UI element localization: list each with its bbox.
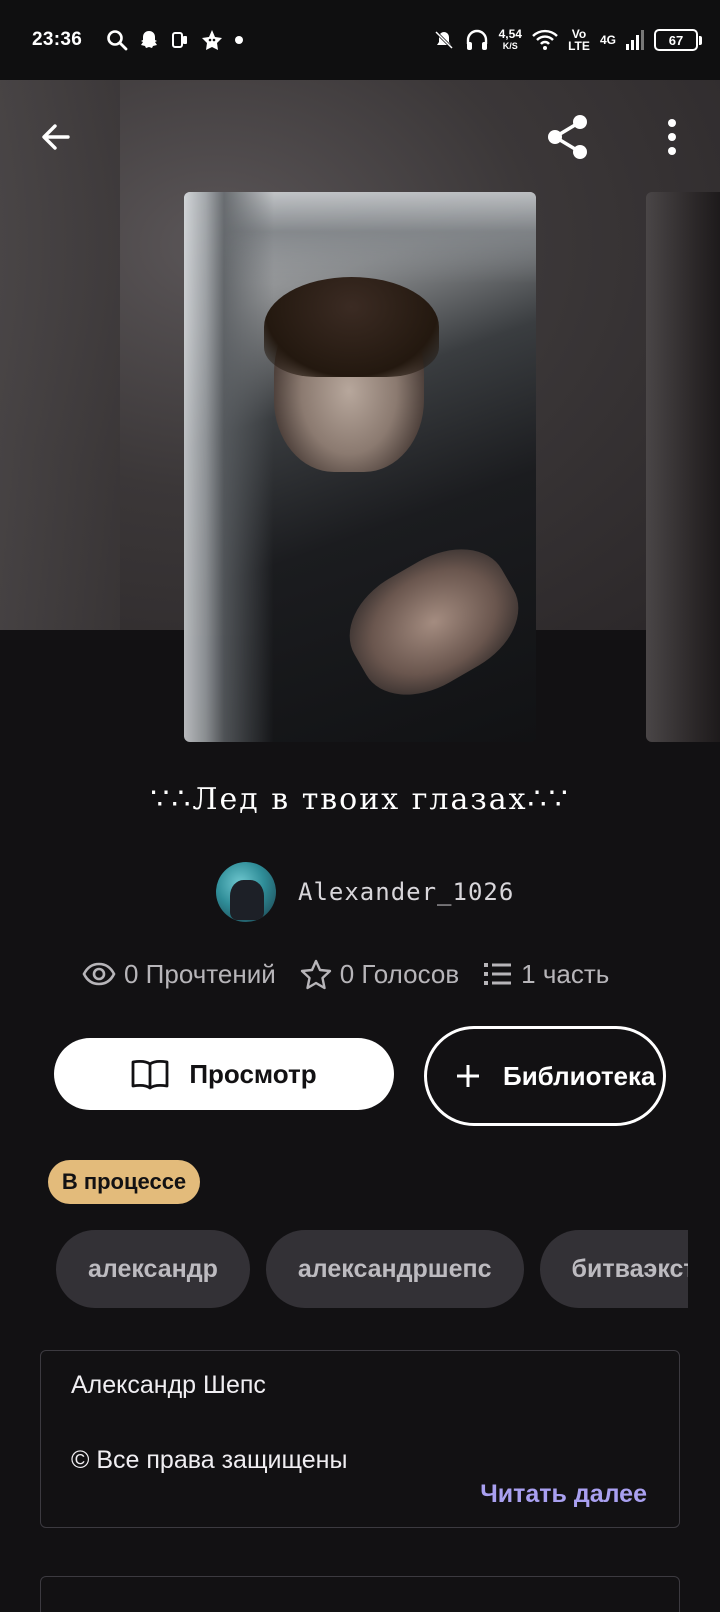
search-icon (107, 30, 128, 51)
cover-hair (264, 277, 439, 377)
parts-count: 1 часть (521, 958, 610, 989)
read-more-link[interactable]: Читать далее (480, 1480, 647, 1509)
app-notification-icon (172, 32, 188, 48)
system-icons: 4,54 K/S Vo LTE 4G 67 (433, 27, 702, 53)
more-vertical-icon (668, 119, 676, 155)
net-speed-unit: K/S (502, 41, 518, 51)
author-link[interactable]: Alexander_1026 (216, 862, 514, 922)
tag-list: александр александршепс битваэкстрасенсо… (56, 1230, 688, 1308)
description-card: Александр Шепс © Все права защищены Чита… (40, 1350, 680, 1528)
votes-stat: 0 Голосов (300, 958, 459, 990)
share-icon (548, 115, 587, 159)
star-icon (300, 959, 331, 990)
network-speed: 4,54 K/S (499, 28, 522, 52)
network-type: 4G (599, 33, 616, 47)
eye-icon (82, 962, 116, 986)
view-button-label: Просмотр (189, 1058, 317, 1089)
story-cover-image[interactable] (184, 192, 536, 742)
back-button[interactable] (24, 105, 88, 169)
reads-count: 0 Прочтений (124, 958, 276, 989)
list-icon (484, 963, 512, 985)
share-button[interactable] (536, 105, 600, 169)
star-badge-icon (202, 30, 223, 50)
story-title: ∵∴Лед в твоих глазах∴∵ (150, 782, 570, 817)
dot-icon (235, 36, 244, 44)
parts-stat[interactable]: 1 часть (483, 959, 609, 990)
library-button-label: Библиотека (503, 1061, 656, 1091)
copyright-line: © Все права защищены (71, 1446, 348, 1474)
top-app-bar (0, 80, 720, 190)
signal-icon (626, 30, 644, 50)
votes-count: 0 Голосов (339, 958, 460, 989)
tag-chip[interactable]: александр (56, 1230, 250, 1308)
status-badge: В процессе (48, 1160, 200, 1204)
avatar (216, 862, 276, 922)
book-icon (131, 1060, 169, 1090)
plus-icon (457, 1065, 479, 1087)
tag-chip[interactable]: александршепс (265, 1230, 524, 1308)
status-time: 23:36 (32, 29, 83, 50)
snapchat-icon (141, 31, 158, 48)
author-name: Alexander_1026 (298, 878, 515, 906)
add-to-library-button[interactable]: Библиотека (424, 1026, 666, 1126)
tag-chip[interactable]: битваэкстрасенсов (539, 1230, 688, 1308)
view-button[interactable]: Просмотр (54, 1038, 394, 1110)
wifi-icon (532, 29, 558, 50)
more-options-button[interactable] (640, 105, 704, 169)
notification-icons (106, 28, 244, 52)
mute-bell-icon (434, 30, 453, 50)
reads-stat: 0 Прочтений (82, 959, 276, 990)
battery-icon: 67 (654, 29, 702, 51)
next-cover-peek[interactable] (646, 192, 720, 742)
volte-indicator: Vo LTE (568, 27, 590, 53)
arrow-left-icon (42, 124, 70, 150)
battery-level: 67 (668, 32, 684, 48)
status-bar: 23:36 4,54 K/S Vo LTE 4G 67 (0, 0, 720, 80)
story-stats: 0 Прочтений 0 Голосов 1 часть (82, 958, 609, 990)
description-line: Александр Шепс (71, 1371, 266, 1399)
next-section-card (40, 1576, 680, 1612)
headphones-icon (466, 29, 487, 50)
net-speed-value: 4,54 (498, 27, 522, 41)
